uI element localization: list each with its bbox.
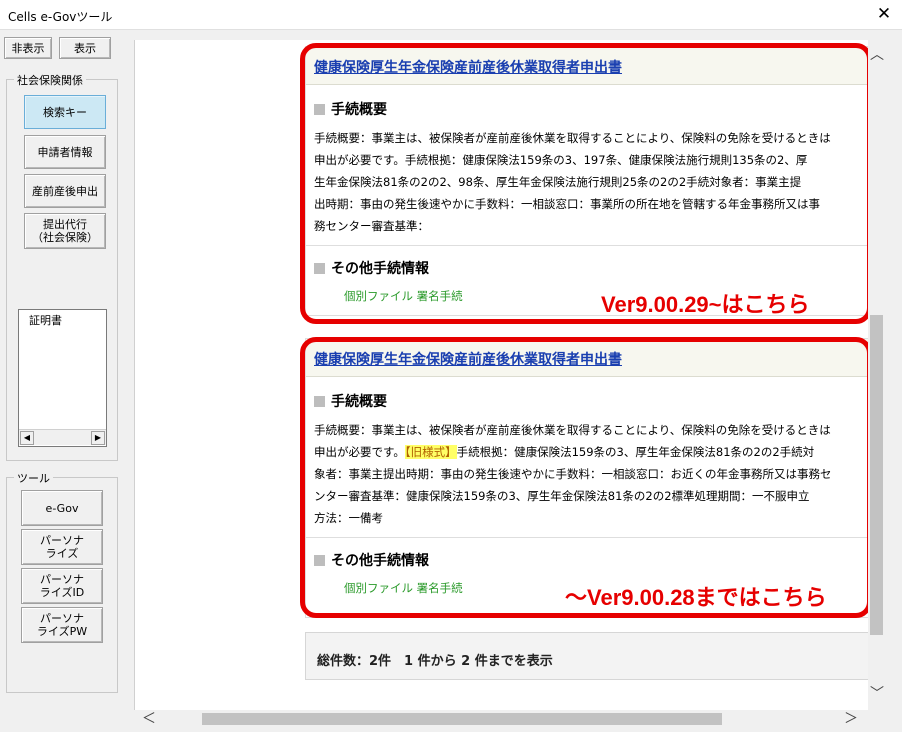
results-summary: 総件数：2件 1 件から 2 件までを表示 — [305, 632, 868, 680]
list-item[interactable]: 証明書 — [29, 312, 62, 328]
window-title: Cells e-Govツール — [8, 10, 113, 24]
certificate-listbox[interactable]: 証明書 — [18, 309, 107, 447]
show-button[interactable]: 表示 — [59, 37, 111, 59]
maternity-leave-button[interactable]: 産前産後申出 — [24, 174, 106, 208]
personalize-button[interactable]: パーソナ ライズ — [21, 529, 103, 565]
annotation-new-version: Ver9.00.29~はこちら — [601, 292, 810, 317]
horizontal-scroll-thumb[interactable] — [202, 713, 722, 725]
scroll-up-icon[interactable]: ︿ — [868, 46, 886, 64]
personalize-pw-button[interactable]: パーソナ ライズPW — [21, 607, 103, 643]
annotation-old-version: ～Ver9.00.28まではこちら — [565, 585, 827, 610]
scroll-down-icon[interactable]: ﹀ — [868, 685, 886, 703]
sidebar: 非表示 表示 社会保険関係 検索キー 申請者情報 産前産後申出 提出代行 （社会… — [0, 31, 134, 732]
applicant-info-button[interactable]: 申請者情報 — [24, 135, 106, 169]
annotation-box-new — [300, 43, 868, 324]
vertical-scroll-thumb[interactable] — [870, 315, 883, 635]
close-icon[interactable]: ✕ — [874, 4, 894, 24]
scroll-right-icon[interactable]: ＞ — [842, 710, 860, 728]
title-bar: Cells e-Govツール ✕ — [0, 0, 902, 30]
social-insurance-group-label: 社会保険関係 — [14, 72, 86, 88]
annotation-box-old — [300, 337, 868, 618]
search-key-button[interactable]: 検索キー — [24, 95, 106, 129]
hide-button[interactable]: 非表示 — [4, 37, 52, 59]
scroll-left-icon[interactable]: ＜ — [140, 710, 158, 728]
personalize-id-button[interactable]: パーソナ ライズID — [21, 568, 103, 604]
agency-submission-button[interactable]: 提出代行 （社会保険） — [24, 213, 106, 249]
results-pane: 健康保険厚生年金保険産前産後休業取得者申出書 手続概要 手続概要：事業主は、被保… — [134, 40, 868, 710]
scroll-left-small-icon[interactable]: ◀ — [20, 431, 34, 445]
app-window: Cells e-Govツール ✕ 非表示 表示 社会保険関係 検索キー 申請者情… — [0, 0, 902, 732]
scroll-right-small-icon[interactable]: ▶ — [91, 431, 105, 445]
egov-button[interactable]: e-Gov — [21, 490, 103, 526]
listbox-scrollbar[interactable]: ◀ ▶ — [19, 429, 106, 445]
tools-group-label: ツール — [14, 470, 53, 486]
vertical-scrollbar[interactable]: ︿ ﹀ — [868, 40, 886, 710]
horizontal-scrollbar[interactable]: ＜ ＞ — [134, 710, 868, 728]
